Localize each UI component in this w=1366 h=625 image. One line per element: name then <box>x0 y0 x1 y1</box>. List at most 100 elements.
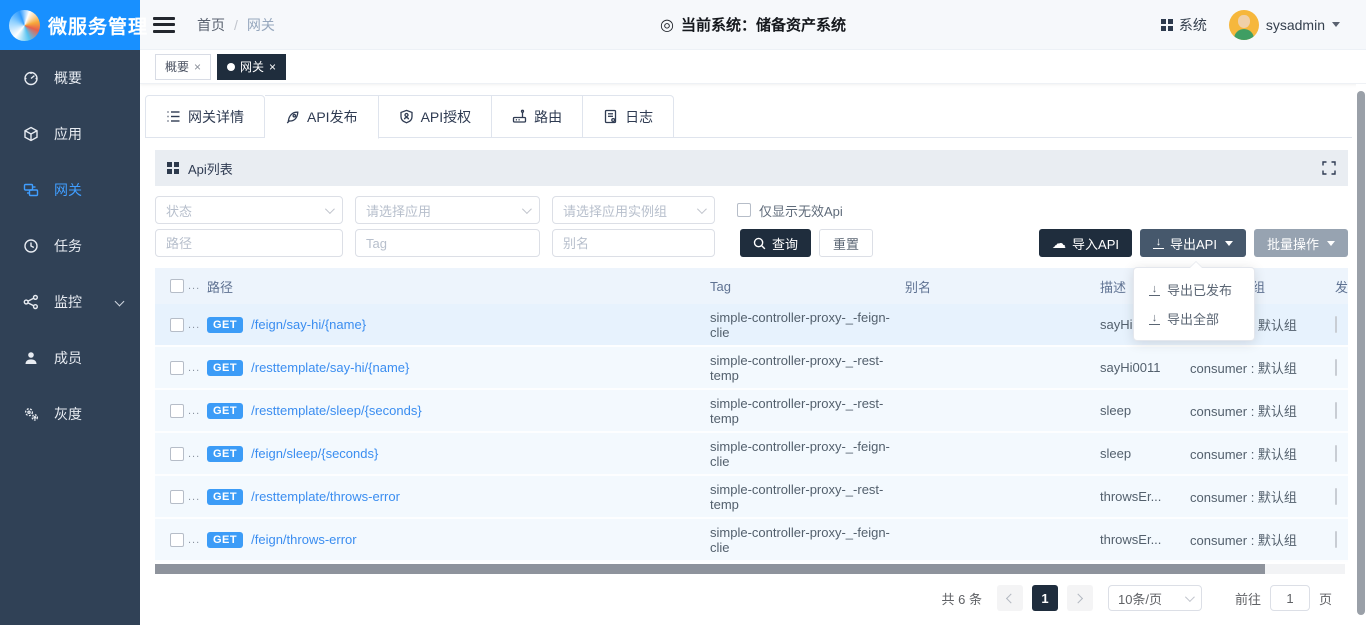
horizontal-scrollbar-thumb[interactable] <box>155 564 1265 574</box>
expand-dots: ... <box>188 448 200 460</box>
table-row[interactable]: ... GET/resttemplate/sleep/{seconds} sim… <box>155 390 1348 433</box>
router-icon <box>512 109 527 124</box>
download-icon: ↓ <box>1149 313 1160 325</box>
table-row[interactable]: ... GET/feign/throws-error simple-contro… <box>155 519 1348 562</box>
row-checkbox[interactable] <box>170 361 184 375</box>
col-publish-status: 发布状态 <box>1335 277 1348 296</box>
hamburger-menu-icon[interactable] <box>153 17 175 33</box>
publish-toggle[interactable] <box>1335 402 1337 419</box>
menu-item-export-all[interactable]: ↓ 导出全部 <box>1134 304 1254 333</box>
cell-tag: simple-controller-proxy-_-rest-temp <box>710 353 905 383</box>
method-badge: GET <box>207 489 243 505</box>
search-button[interactable]: 查询 <box>740 229 811 257</box>
publish-toggle[interactable] <box>1335 316 1337 333</box>
sidebar-item-overview[interactable]: 概要 <box>0 50 140 106</box>
next-page-button[interactable] <box>1067 585 1093 611</box>
api-path-link[interactable]: /resttemplate/throws-error <box>251 489 400 504</box>
log-file-icon <box>603 109 618 124</box>
page-number-active[interactable]: 1 <box>1032 585 1058 611</box>
tag-input[interactable] <box>355 229 540 257</box>
username: sysadmin <box>1266 17 1325 33</box>
batch-actions-button[interactable]: 批量操作 <box>1254 229 1348 257</box>
menu-item-export-published[interactable]: ↓ 导出已发布 <box>1134 275 1254 304</box>
sidebar-item-applications[interactable]: 应用 <box>0 106 140 162</box>
row-checkbox[interactable] <box>170 447 184 461</box>
prev-page-button[interactable] <box>997 585 1023 611</box>
col-alias: 别名 <box>905 277 1100 296</box>
close-icon[interactable]: × <box>194 61 201 73</box>
tab-label: 日志 <box>625 107 653 127</box>
publish-toggle[interactable] <box>1335 488 1337 505</box>
publish-toggle[interactable] <box>1335 445 1337 462</box>
sidebar-item-members[interactable]: 成员 <box>0 330 140 386</box>
api-path-link[interactable]: /feign/throws-error <box>251 532 356 547</box>
checkbox[interactable] <box>737 203 751 217</box>
breadcrumb-home[interactable]: 首页 <box>197 15 225 35</box>
tab-routes[interactable]: 路由 <box>492 95 583 138</box>
gateway-icon <box>23 182 39 198</box>
vertical-scrollbar[interactable] <box>1356 84 1366 625</box>
expand-dots: ... <box>188 280 200 292</box>
cell-tag: simple-controller-proxy-_-feign-clie <box>710 525 905 555</box>
invalid-api-checkbox-label[interactable]: 仅显示无效Api <box>737 201 843 220</box>
application-select[interactable]: 请选择应用 <box>355 196 540 224</box>
goto-page-input[interactable] <box>1270 585 1310 611</box>
cell-tag: simple-controller-proxy-_-rest-temp <box>710 396 905 426</box>
path-input[interactable] <box>155 229 343 257</box>
tag-overview[interactable]: 概要 × <box>155 54 211 80</box>
person-icon <box>23 350 39 366</box>
row-checkbox[interactable] <box>170 318 184 332</box>
reset-button-label: 重置 <box>833 234 859 253</box>
row-checkbox[interactable] <box>170 490 184 504</box>
reset-button[interactable]: 重置 <box>819 229 873 257</box>
tab-label: API发布 <box>307 107 358 127</box>
system-menu-button[interactable]: 系统 <box>1161 15 1207 35</box>
vertical-scrollbar-thumb[interactable] <box>1357 91 1365 615</box>
tag-gateway[interactable]: 网关 × <box>217 54 286 80</box>
cell-desc: throwsEr... <box>1100 489 1190 504</box>
fullscreen-icon[interactable] <box>1322 161 1336 175</box>
sidebar-item-monitoring[interactable]: 监控 <box>0 274 140 330</box>
row-checkbox[interactable] <box>170 404 184 418</box>
sidebar-item-label: 应用 <box>54 124 82 144</box>
api-path-link[interactable]: /resttemplate/say-hi/{name} <box>251 360 409 375</box>
page-size-select[interactable]: 10条/页 <box>1108 585 1202 611</box>
alias-input[interactable] <box>552 229 715 257</box>
tab-gateway-detail[interactable]: 网关详情 <box>145 95 265 138</box>
shield-icon <box>399 109 414 124</box>
caret-down-icon <box>1327 241 1335 246</box>
row-checkbox[interactable] <box>170 533 184 547</box>
caret-down-icon <box>1225 241 1233 246</box>
export-api-button[interactable]: ↓ 导出API <box>1140 229 1246 257</box>
tab-api-auth[interactable]: API授权 <box>379 95 493 138</box>
publish-toggle[interactable] <box>1335 359 1337 376</box>
api-path-link[interactable]: /feign/sleep/{seconds} <box>251 446 378 461</box>
checkbox-text: 仅显示无效Api <box>759 201 843 220</box>
sidebar-item-tasks[interactable]: 任务 <box>0 218 140 274</box>
tab-logs[interactable]: 日志 <box>583 95 674 138</box>
table-row[interactable]: ... GET/feign/sleep/{seconds} simple-con… <box>155 433 1348 476</box>
chevron-down-icon <box>1185 592 1195 602</box>
sidebar-item-gray-release[interactable]: 灰度 <box>0 386 140 442</box>
close-icon[interactable]: × <box>269 61 276 73</box>
status-select[interactable]: 状态 <box>155 196 343 224</box>
cell-desc: sleep <box>1100 446 1190 461</box>
tab-api-publish[interactable]: API发布 <box>265 95 379 139</box>
active-dot-icon <box>227 63 235 71</box>
api-path-link[interactable]: /feign/say-hi/{name} <box>251 317 366 332</box>
sidebar-item-gateway[interactable]: 网关 <box>0 162 140 218</box>
api-path-link[interactable]: /resttemplate/sleep/{seconds} <box>251 403 422 418</box>
instance-group-select[interactable]: 请选择应用实例组 <box>552 196 715 224</box>
cell-tag: simple-controller-proxy-_-rest-temp <box>710 482 905 512</box>
table-row[interactable]: ... GET/resttemplate/say-hi/{name} simpl… <box>155 347 1348 390</box>
user-menu-button[interactable]: sysadmin <box>1229 10 1340 40</box>
select-all-checkbox[interactable] <box>170 279 184 293</box>
page-size-value: 10条/页 <box>1118 589 1162 608</box>
horizontal-scrollbar[interactable] <box>155 564 1345 574</box>
import-api-button[interactable]: ☁ 导入API <box>1039 229 1132 257</box>
publish-toggle[interactable] <box>1335 531 1337 548</box>
expand-dots: ... <box>188 362 200 374</box>
select-placeholder: 请选择应用实例组 <box>563 201 667 220</box>
cell-desc: sleep <box>1100 403 1190 418</box>
table-row[interactable]: ... GET/resttemplate/throws-error simple… <box>155 476 1348 519</box>
